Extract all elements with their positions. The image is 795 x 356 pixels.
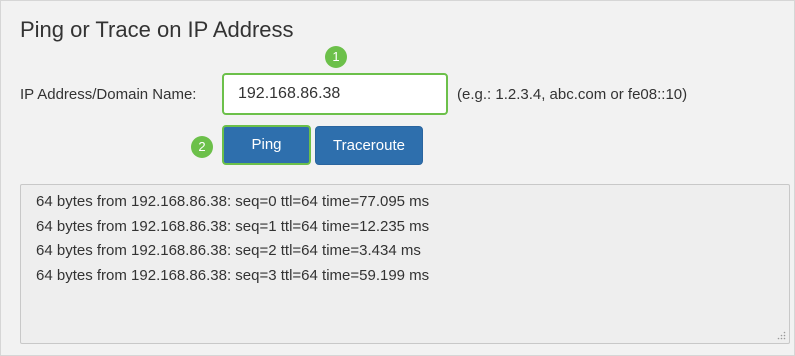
- output-line: 64 bytes from 192.168.86.38: seq=1 ttl=6…: [36, 217, 430, 235]
- page-title: Ping or Trace on IP Address: [20, 17, 294, 42]
- output-line: 64 bytes from 192.168.86.38: seq=0 ttl=6…: [36, 193, 430, 210]
- output-line: 64 bytes from 192.168.86.38: seq=2 ttl=6…: [36, 242, 421, 259]
- step-1-badge: 1: [325, 46, 347, 68]
- ip-address-label: IP Address/Domain Name:: [20, 86, 197, 103]
- ping-button[interactable]: Ping: [222, 125, 311, 165]
- step-2-badge: 2: [191, 136, 213, 158]
- ping-trace-panel: Ping or Trace on IP Address 1 IP Address…: [0, 0, 795, 356]
- traceroute-button[interactable]: Traceroute: [315, 126, 423, 165]
- ip-address-hint: (e.g.: 1.2.3.4, abc.com or fe08::10): [457, 86, 688, 103]
- ping-output-area[interactable]: 64 bytes from 192.168.86.38: seq=0 ttl=6…: [20, 184, 790, 344]
- ip-address-input[interactable]: [222, 73, 448, 115]
- resize-grip-icon[interactable]: [777, 331, 786, 340]
- output-line: 64 bytes from 192.168.86.38: seq=3 ttl=6…: [36, 266, 430, 284]
